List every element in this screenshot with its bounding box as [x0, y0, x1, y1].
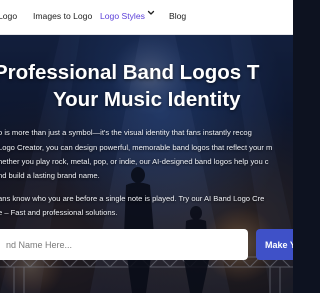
nav-item-logo[interactable]: Logo	[0, 11, 17, 21]
nav-item-images-to-logo[interactable]: Images to Logo	[33, 11, 92, 21]
hero-paragraph-line: ans know who you are before a single not…	[0, 194, 265, 203]
chevron-down-icon[interactable]	[147, 9, 155, 17]
hero-title-line-2: Your Music Identity	[53, 88, 241, 111]
nav-item-blog[interactable]: Blog	[169, 11, 186, 21]
hero-paragraph-line: nd build a lasting brand name.	[0, 171, 100, 180]
make-logo-button[interactable]: Make Y	[256, 229, 293, 260]
hero-paragraph-line: o is more than just a symbol—it's the vi…	[0, 128, 252, 137]
top-nav: Logo Images to Logo Logo Styles Blog	[0, 0, 293, 35]
hero-paragraph-line: hether you play rock, metal, pop, or ind…	[0, 157, 269, 166]
hero-title-line-1: Professional Band Logos T	[0, 61, 260, 84]
band-name-input[interactable]	[0, 229, 248, 260]
hero-paragraph-line: Logo Creator, you can design powerful, m…	[0, 143, 273, 152]
hero-section: Professional Band Logos T Your Music Ide…	[0, 35, 293, 293]
nav-item-logo-styles[interactable]: Logo Styles	[100, 11, 145, 21]
hero-paragraph-line: e – Fast and professional solutions.	[0, 208, 118, 217]
